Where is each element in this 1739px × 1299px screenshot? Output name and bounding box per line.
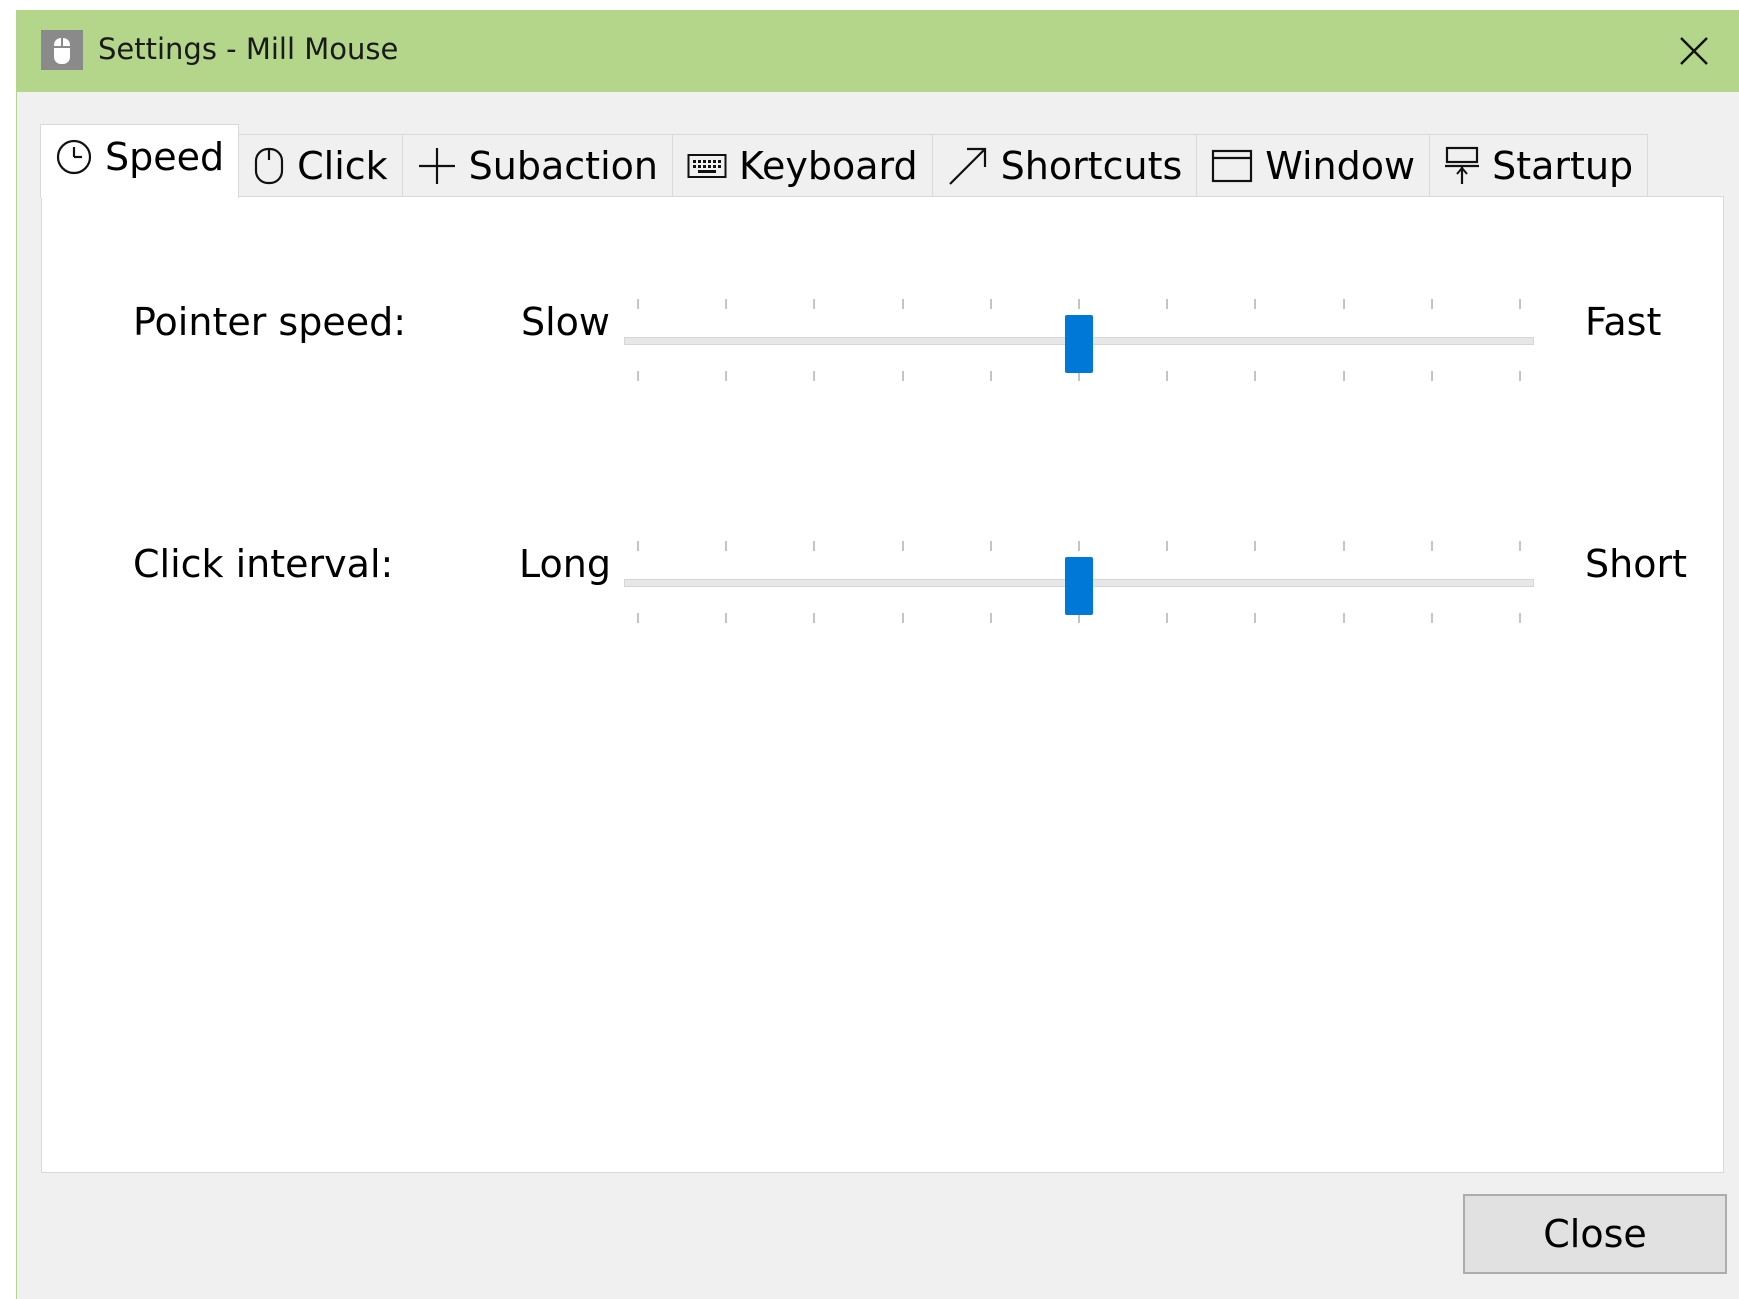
plus-icon: [418, 147, 455, 184]
slider-tick: [1254, 371, 1257, 381]
slider-tick: [1166, 299, 1169, 309]
slider-tick: [1430, 371, 1433, 381]
slider-tick: [901, 613, 904, 623]
pin-icon: [1445, 146, 1480, 184]
slider-tick: [637, 613, 639, 623]
window-title: Settings - Mill Mouse: [98, 32, 399, 66]
tab-startup[interactable]: Startup: [1429, 134, 1649, 196]
slider-tick: [1254, 299, 1257, 309]
slider-tick: [1430, 613, 1433, 623]
mouse-icon: [41, 30, 83, 70]
close-icon: [1680, 37, 1708, 65]
slider-tick: [813, 299, 816, 309]
settings-window: Settings - Mill Mouse Speed Click Subact…: [16, 10, 1739, 1299]
slider-tick: [1166, 613, 1169, 623]
slider-tick: [1342, 371, 1345, 381]
mouse-icon: [255, 147, 284, 184]
slider-tick: [901, 541, 904, 551]
tab-strip: Speed Click Subaction Keyboard Shortcuts…: [40, 122, 1649, 198]
slider-tick: [1166, 371, 1169, 381]
click-interval-min-label: Long: [519, 542, 611, 586]
slider-tick: [901, 299, 904, 309]
slider-tick: [1519, 371, 1521, 381]
arrow-icon: [948, 147, 986, 185]
slider-tick: [1519, 541, 1521, 551]
title-bar[interactable]: Settings - Mill Mouse: [17, 10, 1739, 92]
slider-tick: [813, 613, 816, 623]
slider-tick: [637, 371, 639, 381]
slider-tick: [989, 541, 992, 551]
slider-tick: [1342, 613, 1345, 623]
slider-tick: [1166, 541, 1169, 551]
slider-tick: [813, 541, 816, 551]
slider-tick: [1519, 613, 1521, 623]
pointer-speed-slider[interactable]: [624, 291, 1534, 391]
tab-click[interactable]: Click: [238, 134, 403, 196]
slider-tick: [1078, 541, 1080, 551]
window-icon: [1212, 149, 1253, 182]
slider-tick: [725, 613, 728, 623]
pointer-speed-max-label: Fast: [1585, 300, 1662, 344]
slider-tick: [989, 371, 992, 381]
slider-tick: [725, 541, 728, 551]
slider-tick: [1078, 299, 1080, 309]
click-interval-slider[interactable]: [624, 533, 1534, 633]
slider-tick: [637, 541, 639, 551]
tab-speed[interactable]: Speed: [40, 124, 240, 198]
tab-label: Window: [1265, 143, 1416, 188]
slider-thumb[interactable]: [1065, 557, 1093, 615]
close-button[interactable]: Close: [1463, 1194, 1727, 1274]
tab-window[interactable]: Window: [1196, 134, 1431, 196]
slider-tick: [1342, 541, 1345, 551]
click-interval-max-label: Short: [1585, 542, 1687, 586]
slider-tick: [1430, 541, 1433, 551]
tab-keyboard[interactable]: Keyboard: [671, 134, 933, 196]
slider-tick: [725, 371, 728, 381]
pointer-speed-min-label: Slow: [521, 300, 611, 344]
slider-tick: [813, 371, 816, 381]
slider-tick: [637, 299, 639, 309]
close-window-button[interactable]: [1649, 10, 1739, 92]
slider-tick: [1254, 613, 1257, 623]
tab-label: Speed: [105, 134, 225, 179]
slider-tick: [989, 299, 992, 309]
speed-panel: Pointer speed: Slow Fast Click interval:…: [41, 196, 1724, 1173]
slider-tick: [901, 371, 904, 381]
keyboard-icon: [687, 153, 727, 178]
tab-label: Startup: [1492, 143, 1634, 188]
slider-tick: [1342, 299, 1345, 309]
tab-label: Keyboard: [738, 143, 918, 188]
tab-subaction[interactable]: Subaction: [401, 134, 673, 196]
click-interval-label: Click interval:: [133, 542, 394, 586]
tab-label: Shortcuts: [1000, 143, 1183, 188]
slider-tick: [989, 613, 992, 623]
tab-label: Subaction: [468, 143, 658, 188]
slider-thumb[interactable]: [1065, 315, 1093, 373]
slider-tick: [725, 299, 728, 309]
slider-tick: [1254, 541, 1257, 551]
tab-shortcuts[interactable]: Shortcuts: [931, 134, 1198, 196]
slider-tick: [1519, 299, 1521, 309]
clock-icon: [56, 139, 92, 174]
pointer-speed-label: Pointer speed:: [133, 300, 407, 344]
tab-label: Click: [297, 143, 388, 188]
slider-tick: [1430, 299, 1433, 309]
